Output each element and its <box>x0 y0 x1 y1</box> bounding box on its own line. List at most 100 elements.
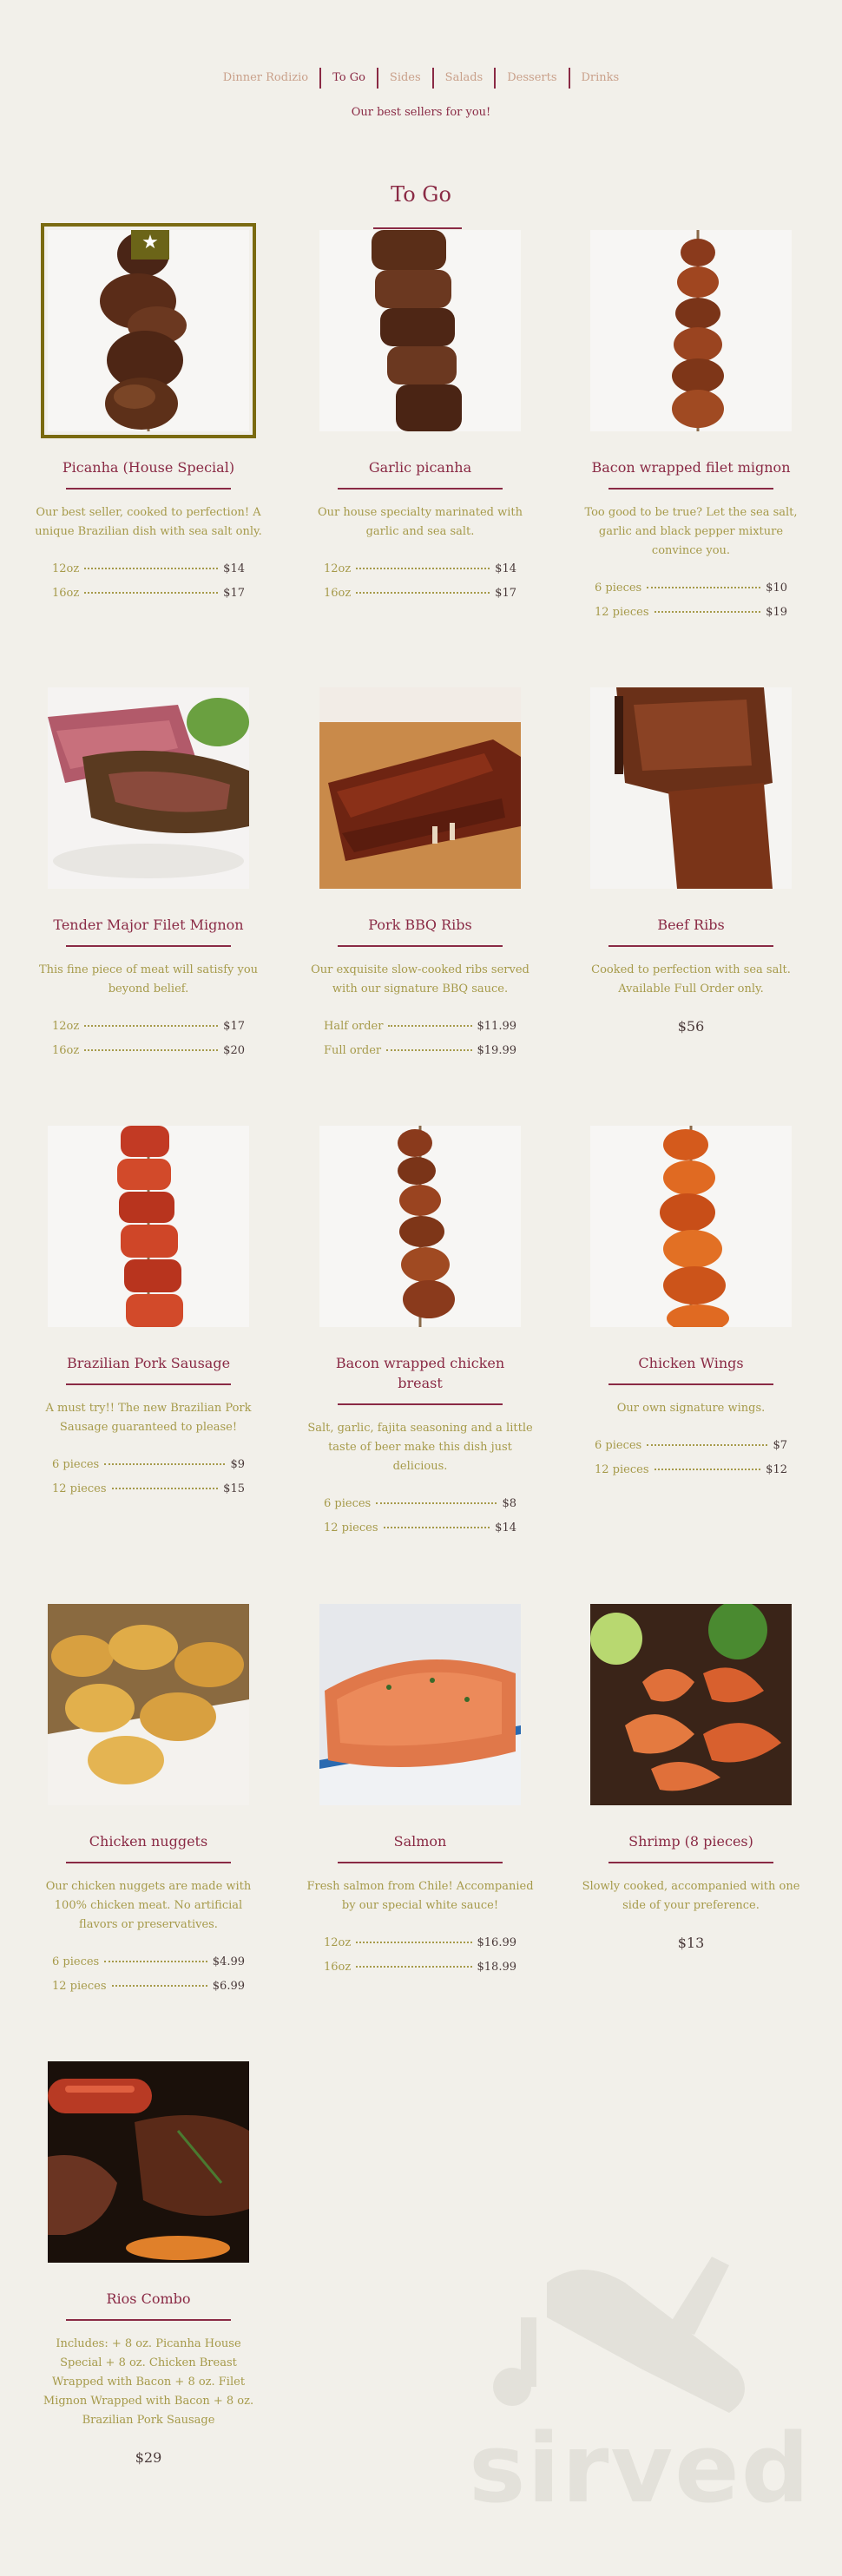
size-label: 6 pieces <box>595 1439 642 1452</box>
item-photo[interactable] <box>319 687 521 889</box>
item-name: Pork BBQ Ribs <box>368 917 472 933</box>
item-divider <box>608 1383 773 1385</box>
item-name: Tender Major Filet Mignon <box>53 917 244 933</box>
item-photo[interactable] <box>48 1604 249 1805</box>
price-value: $16.99 <box>477 1936 517 1949</box>
price-value: $19 <box>766 606 787 619</box>
item-description: Our chicken nuggets are made with 100% c… <box>45 1880 252 1931</box>
price-value: $14 <box>223 562 245 575</box>
item-divider <box>66 488 231 490</box>
section-title: To Go <box>391 182 451 207</box>
item-divider <box>608 1862 773 1863</box>
item-divider <box>608 945 773 947</box>
menu-item-shrimp[interactable]: Shrimp (8 pieces) Slowly cooked, accompa… <box>574 1604 808 1951</box>
price-row: 16oz $20 <box>52 1039 245 1063</box>
item-photo[interactable] <box>590 1604 792 1805</box>
price-list: 6 pieces $8 12 pieces $14 <box>324 1492 516 1541</box>
price-row: 16oz $17 <box>52 582 245 606</box>
item-price: $29 <box>135 2449 162 2466</box>
item-description: Fresh salmon from Chile! Accompanied by … <box>306 1880 534 1912</box>
menu-item-bacon-filet[interactable]: Bacon wrapped filet mignon Too good to b… <box>574 230 808 625</box>
item-photo[interactable] <box>590 687 792 889</box>
price-list: 12oz $17 16oz $20 <box>52 1015 245 1063</box>
item-divider <box>66 1862 231 1863</box>
price-value: $8 <box>502 1497 516 1510</box>
item-divider <box>66 1383 231 1385</box>
item-photo[interactable] <box>48 687 249 889</box>
pork-ribs-image <box>319 687 521 889</box>
chicken-wings-skewer-image <box>590 1126 792 1327</box>
price-value: $17 <box>495 587 516 600</box>
menu-item-chicken-wings[interactable]: Chicken Wings Our own signature wings. 6… <box>574 1126 808 1482</box>
item-name: Bacon wrapped filet mignon <box>591 459 791 476</box>
tab-desserts[interactable]: Desserts <box>496 68 570 89</box>
item-photo[interactable] <box>590 230 792 431</box>
menu-item-garlic-picanha[interactable]: Garlic picanha Our house specialty marin… <box>303 230 537 606</box>
size-label: 16oz <box>52 587 80 600</box>
menu-item-filet-mignon[interactable]: Tender Major Filet Mignon This fine piec… <box>31 687 266 1063</box>
bacon-chicken-skewer-image <box>319 1126 521 1327</box>
menu-item-bacon-chicken[interactable]: Bacon wrapped chicken breast Salt, garli… <box>303 1126 537 1541</box>
menu-item-chicken-nuggets[interactable]: Chicken nuggets Our chicken nuggets are … <box>31 1604 266 1999</box>
price-row: 12oz $17 <box>52 1015 245 1039</box>
price-value: $19.99 <box>477 1044 517 1057</box>
size-label: 12oz <box>52 562 80 575</box>
price-value: $4.99 <box>212 1955 245 1968</box>
category-tabs: Dinner Rodizio To Go Sides Salads Desser… <box>0 68 842 89</box>
beef-ribs-image <box>590 687 792 889</box>
menu-item-rios-combo[interactable]: Rios Combo Includes: + 8 oz. Picanha Hou… <box>31 2061 266 2466</box>
size-label: 12 pieces <box>595 1463 649 1476</box>
item-photo[interactable] <box>590 1126 792 1327</box>
item-photo[interactable] <box>319 1126 521 1327</box>
item-photo[interactable] <box>319 230 521 431</box>
item-photo[interactable] <box>319 1604 521 1805</box>
item-photo[interactable] <box>48 2061 249 2263</box>
price-list: 12oz $14 16oz $17 <box>52 557 245 606</box>
item-divider <box>608 488 773 490</box>
item-description: Our best seller, cooked to perfection! A… <box>35 506 262 538</box>
menu-item-pork-sausage[interactable]: Brazilian Pork Sausage A must try!! The … <box>31 1126 266 1502</box>
size-label: 12 pieces <box>324 1521 378 1534</box>
price-list: 6 pieces $9 12 pieces $15 <box>52 1453 245 1502</box>
menu-item-picanha[interactable]: ★ Picanha (House Special) Our best selle… <box>31 223 266 606</box>
menu-item-beef-ribs[interactable]: Beef Ribs Cooked to perfection with sea … <box>574 687 808 1035</box>
size-label: 12oz <box>324 1936 352 1949</box>
section-divider <box>373 227 462 229</box>
size-label: 12 pieces <box>52 1980 107 1993</box>
tab-salads[interactable]: Salads <box>434 68 497 89</box>
chicken-nuggets-image <box>48 1604 249 1805</box>
menu-item-salmon[interactable]: Salmon Fresh salmon from Chile! Accompan… <box>303 1604 537 1980</box>
item-photo[interactable]: ★ <box>41 223 256 438</box>
price-row: Full order $19.99 <box>324 1039 516 1063</box>
price-row: 12 pieces $14 <box>324 1516 516 1541</box>
size-label: 6 pieces <box>595 582 642 595</box>
price-list: 6 pieces $4.99 12 pieces $6.99 <box>52 1950 245 1999</box>
menu-item-pork-ribs[interactable]: Pork BBQ Ribs Our exquisite slow-cooked … <box>303 687 537 1063</box>
size-label: 16oz <box>52 1044 80 1057</box>
tab-drinks[interactable]: Drinks <box>570 68 631 89</box>
item-name: Beef Ribs <box>657 917 725 933</box>
price-value: $17 <box>223 587 245 600</box>
price-value: $11.99 <box>477 1020 517 1033</box>
item-description: Cooked to perfection with sea salt. Avai… <box>591 963 791 996</box>
price-value: $9 <box>230 1458 245 1471</box>
item-divider <box>338 945 503 947</box>
price-row: 6 pieces $10 <box>595 576 787 601</box>
price-value: $18.99 <box>477 1961 517 1974</box>
price-row: 12oz $16.99 <box>324 1931 516 1955</box>
item-description: Salt, garlic, fajita seasoning and a lit… <box>307 1422 533 1473</box>
pork-sausage-skewer-image <box>48 1126 249 1327</box>
tab-dinner-rodizio[interactable]: Dinner Rodizio <box>212 68 322 89</box>
size-label: 12 pieces <box>595 606 649 619</box>
item-divider <box>66 2319 231 2321</box>
price-value: $17 <box>223 1020 245 1033</box>
tab-to-go[interactable]: To Go <box>321 68 378 89</box>
item-photo[interactable] <box>48 1126 249 1327</box>
item-price: $56 <box>677 1018 705 1035</box>
price-value: $6.99 <box>212 1980 245 1993</box>
item-name: Chicken Wings <box>638 1355 744 1371</box>
price-value: $15 <box>223 1482 245 1495</box>
item-divider <box>338 1403 503 1405</box>
size-label: 6 pieces <box>52 1955 100 1968</box>
tab-sides[interactable]: Sides <box>378 68 434 89</box>
